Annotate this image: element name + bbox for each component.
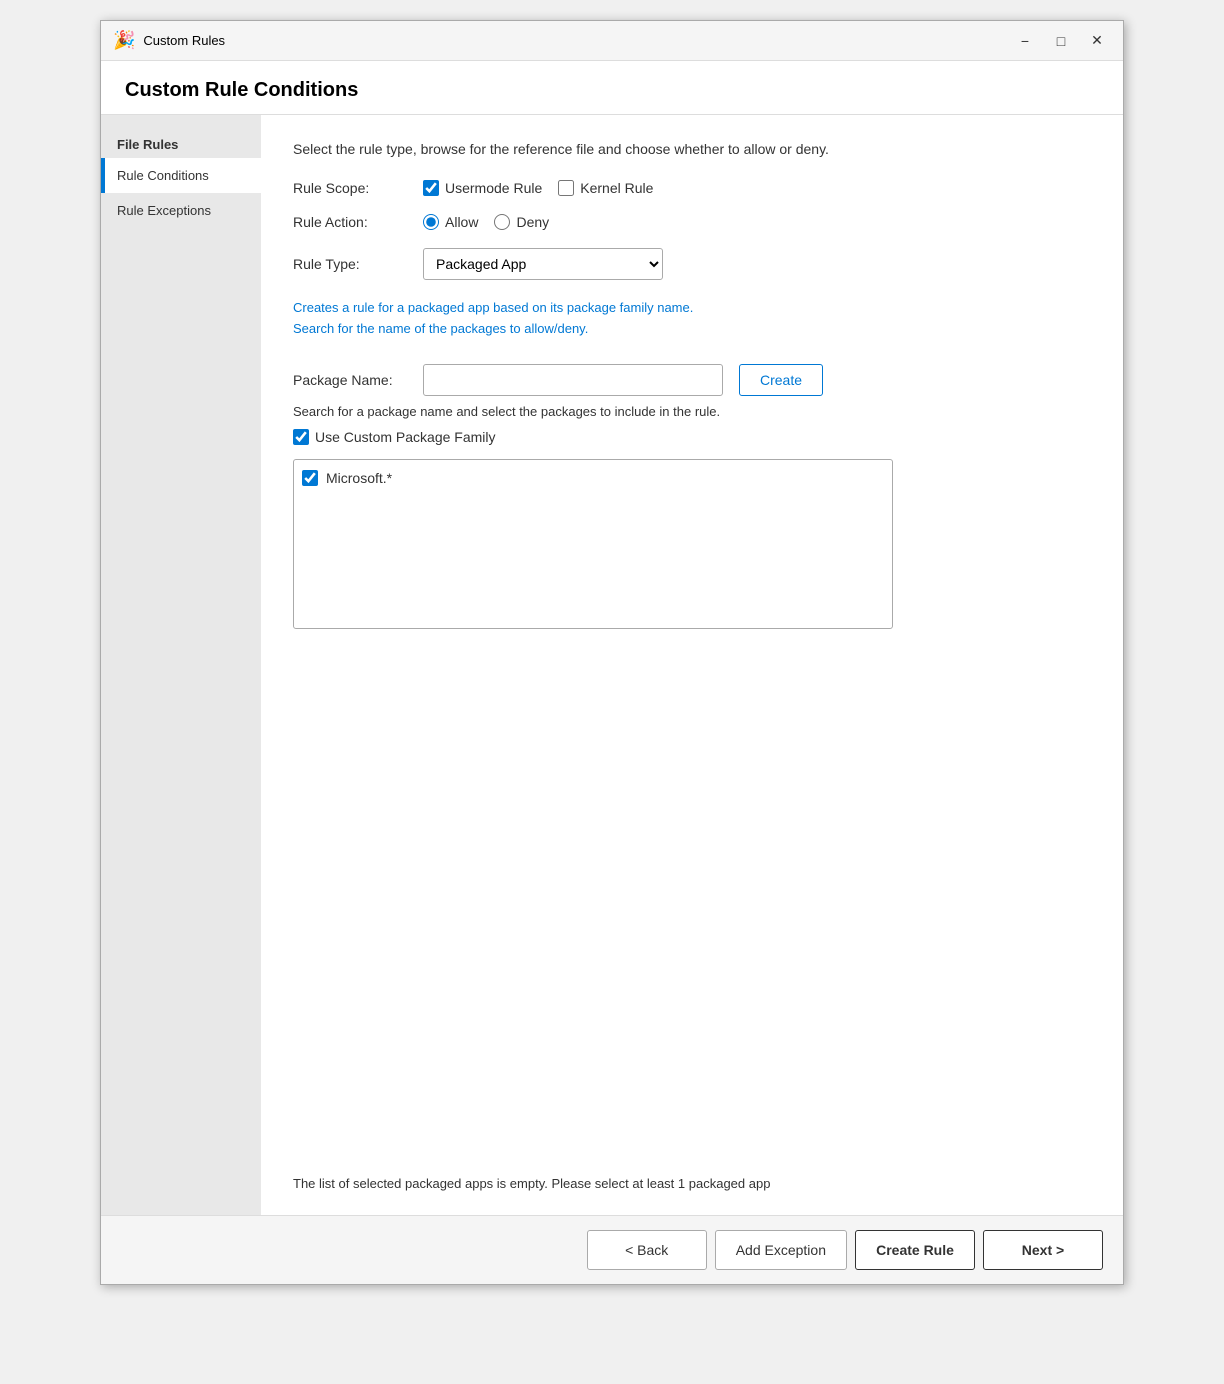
back-button[interactable]: < Back: [587, 1230, 707, 1270]
rule-type-dropdown[interactable]: Publisher Hash Path Packaged App: [423, 248, 663, 280]
list-item: Microsoft.*: [302, 468, 884, 488]
custom-package-family-text: Use Custom Package Family: [315, 429, 496, 445]
page-header: Custom Rule Conditions: [101, 61, 1123, 115]
window-controls: − □ ✕: [1011, 27, 1111, 55]
deny-radio-label[interactable]: Deny: [494, 214, 549, 230]
app-icon: 🎉: [113, 30, 135, 51]
description-text: Select the rule type, browse for the ref…: [293, 139, 1091, 160]
main-layout: File Rules Rule Conditions Rule Exceptio…: [101, 115, 1123, 1215]
package-item-label: Microsoft.*: [326, 470, 392, 486]
close-button[interactable]: ✕: [1083, 27, 1111, 55]
footer-bar: < Back Add Exception Create Rule Next >: [101, 1215, 1123, 1284]
packages-list-box: Microsoft.*: [293, 459, 893, 629]
search-hint: Search for a package name and select the…: [293, 404, 1091, 419]
sidebar-item-rule-exceptions[interactable]: Rule Exceptions: [101, 193, 261, 228]
rule-type-controls: Publisher Hash Path Packaged App: [423, 248, 663, 280]
custom-package-family-checkbox[interactable]: [293, 429, 309, 445]
rule-action-label: Rule Action:: [293, 214, 423, 230]
sidebar-item-label: Rule Exceptions: [117, 203, 211, 218]
help-text-line2: Search for the name of the packages to a…: [293, 321, 588, 336]
help-text: Creates a rule for a packaged app based …: [293, 298, 1091, 340]
maximize-button[interactable]: □: [1047, 27, 1075, 55]
package-name-input[interactable]: [423, 364, 723, 396]
content-area: Select the rule type, browse for the ref…: [261, 115, 1123, 1215]
package-name-label: Package Name:: [293, 372, 423, 388]
rule-scope-controls: Usermode Rule Kernel Rule: [423, 180, 653, 196]
page-title: Custom Rule Conditions: [125, 79, 1099, 102]
usermode-rule-checkbox[interactable]: [423, 180, 439, 196]
title-bar: 🎉 Custom Rules − □ ✕: [101, 21, 1123, 61]
rule-action-row: Rule Action: Allow Deny: [293, 214, 1091, 230]
allow-radio-label[interactable]: Allow: [423, 214, 478, 230]
bottom-status: The list of selected packaged apps is em…: [293, 1156, 1091, 1191]
minimize-button[interactable]: −: [1011, 27, 1039, 55]
package-name-row: Package Name: Create: [293, 364, 1091, 396]
window-title: Custom Rules: [143, 33, 1011, 48]
next-button[interactable]: Next >: [983, 1230, 1103, 1270]
usermode-rule-text: Usermode Rule: [445, 180, 542, 196]
create-button[interactable]: Create: [739, 364, 823, 396]
package-item-checkbox[interactable]: [302, 470, 318, 486]
deny-radio[interactable]: [494, 214, 510, 230]
rule-action-controls: Allow Deny: [423, 214, 549, 230]
kernel-rule-text: Kernel Rule: [580, 180, 653, 196]
status-text: The list of selected packaged apps is em…: [293, 1176, 770, 1191]
main-window: 🎉 Custom Rules − □ ✕ Custom Rule Conditi…: [100, 20, 1124, 1285]
create-rule-button[interactable]: Create Rule: [855, 1230, 975, 1270]
usermode-rule-label[interactable]: Usermode Rule: [423, 180, 542, 196]
allow-radio-text: Allow: [445, 214, 478, 230]
sidebar-section-title: File Rules: [101, 127, 261, 158]
custom-package-family-label[interactable]: Use Custom Package Family: [293, 429, 1091, 445]
allow-radio[interactable]: [423, 214, 439, 230]
sidebar: File Rules Rule Conditions Rule Exceptio…: [101, 115, 261, 1215]
deny-radio-text: Deny: [516, 214, 549, 230]
rule-scope-label: Rule Scope:: [293, 180, 423, 196]
rule-type-label: Rule Type:: [293, 256, 423, 272]
sidebar-item-rule-conditions[interactable]: Rule Conditions: [101, 158, 261, 193]
add-exception-button[interactable]: Add Exception: [715, 1230, 847, 1270]
kernel-rule-label[interactable]: Kernel Rule: [558, 180, 653, 196]
sidebar-item-label: Rule Conditions: [117, 168, 209, 183]
rule-type-row: Rule Type: Publisher Hash Path Packaged …: [293, 248, 1091, 280]
rule-scope-row: Rule Scope: Usermode Rule Kernel Rule: [293, 180, 1091, 196]
kernel-rule-checkbox[interactable]: [558, 180, 574, 196]
help-text-line1: Creates a rule for a packaged app based …: [293, 300, 693, 315]
